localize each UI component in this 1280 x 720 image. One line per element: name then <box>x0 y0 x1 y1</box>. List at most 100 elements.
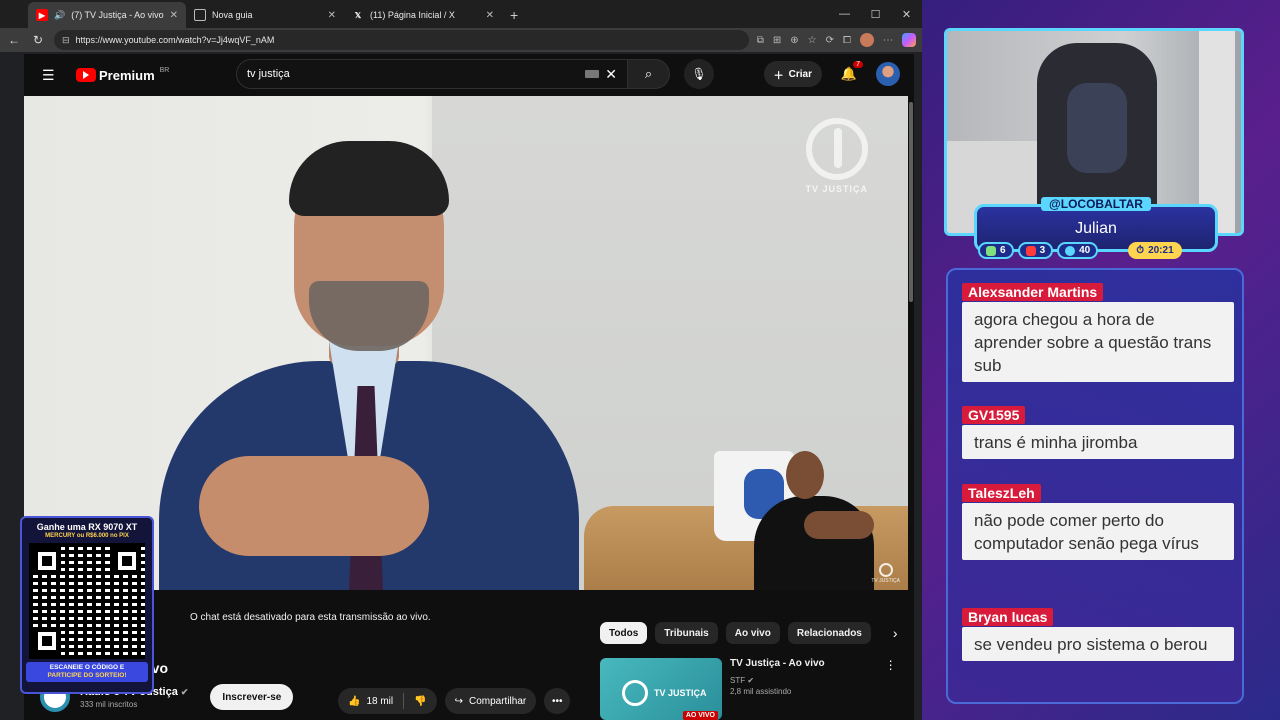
chat-bubble-icon <box>986 245 996 256</box>
chat-disabled-notice: O chat está desativado para esta transmi… <box>190 612 431 623</box>
create-button[interactable]: ＋ Criar <box>763 61 822 87</box>
like-dislike-group: 👍 18 mil 👎 <box>338 688 437 714</box>
giveaway-subtitle: MERCURY ou R$6.000 no PIX <box>45 533 129 539</box>
x-favicon-icon: 𝕏 <box>354 10 362 20</box>
voice-search-button[interactable]: 🎙 <box>684 59 714 89</box>
streamer-name: Julian <box>1075 220 1117 237</box>
stat-chat-value: 6 <box>1000 245 1006 256</box>
dislike-icon[interactable]: 👎 <box>414 696 426 707</box>
hamburger-menu-icon[interactable]: ☰ <box>42 67 56 84</box>
close-tab-icon[interactable]: ✕ <box>170 10 178 21</box>
minimize-icon[interactable]: — <box>829 0 860 28</box>
close-tab-icon[interactable]: ✕ <box>486 10 494 21</box>
stat-viewers-value: 40 <box>1079 245 1091 256</box>
search-icon: ⌕ <box>644 66 653 81</box>
extensions-icon[interactable]: ⟳ <box>826 35 834 46</box>
translate-icon[interactable]: ⧉ <box>757 35 764 46</box>
url-text: https://www.youtube.com/watch?v=Jj4wqVF_… <box>75 35 275 45</box>
clock-icon: ⏱ <box>1136 245 1145 256</box>
back-icon[interactable]: ← <box>6 33 22 47</box>
youtube-play-icon <box>76 68 96 82</box>
giveaway-title: Ganhe uma RX 9070 XT <box>36 522 138 532</box>
more-icon: ••• <box>551 695 563 707</box>
profile-avatar-icon[interactable] <box>860 33 874 47</box>
live-badge: AO VIVO <box>682 711 718 720</box>
apps-icon[interactable]: ⊞ <box>773 35 781 46</box>
clear-search-icon[interactable]: ✕ <box>605 66 617 83</box>
new-tab-icon[interactable]: + <box>502 7 526 28</box>
video-player[interactable]: TV JUSTIÇA TV JUSTIÇA <box>24 96 912 590</box>
account-avatar[interactable] <box>876 62 900 86</box>
share-label: Compartilhar <box>468 695 527 707</box>
notifications-button[interactable]: 🔔 7 <box>834 61 864 82</box>
share-icon: ↪ <box>454 695 463 707</box>
chat-author: GV1595 <box>962 406 1026 424</box>
logo-region: BR <box>159 66 170 74</box>
youtube-logo[interactable]: Premium BR <box>76 66 170 83</box>
like-icon[interactable]: 👍 <box>348 696 360 707</box>
tv-justica-mini-logo: TV JUSTIÇA <box>871 563 900 584</box>
kebab-menu-icon[interactable]: ⋮ <box>885 658 897 672</box>
more-actions-button[interactable]: ••• <box>544 688 571 714</box>
close-tab-icon[interactable]: ✕ <box>328 10 336 21</box>
tab-new-tab[interactable]: Nova guia ✕ <box>186 2 344 28</box>
tab-title: Nova guia <box>212 10 253 20</box>
close-window-icon[interactable]: ✕ <box>891 0 922 28</box>
zoom-icon[interactable]: ⊕ <box>790 35 798 46</box>
copilot-icon[interactable] <box>902 33 916 47</box>
stat-time: ⏱ 20:21 <box>1128 242 1182 259</box>
favorite-star-icon[interactable]: ☆ <box>808 35 817 46</box>
tab-title: (7) TV Justiça - Ao vivo - You <box>71 10 164 20</box>
recommended-thumbnail[interactable]: TV JUSTIÇA AO VIVO <box>600 658 722 720</box>
qr-finder <box>33 547 61 575</box>
tv-justica-mini-icon <box>878 563 893 577</box>
chip-todos[interactable]: Todos <box>600 622 648 644</box>
chip-tribunais[interactable]: Tribunais <box>655 622 718 644</box>
thumb-logo: TV JUSTIÇA <box>622 680 707 706</box>
qr-code-icon <box>29 543 145 659</box>
chat-author: TaleszLeh <box>962 484 1041 502</box>
cta-line-1: ESCANEIE O CÓDIGO E <box>49 664 125 671</box>
search-input[interactable]: tv justiça ✕ <box>236 59 628 89</box>
tv-justica-logo-icon <box>805 118 868 180</box>
recommended-viewers: 2,8 mil assistindo <box>730 687 792 696</box>
youtube-icon <box>1025 245 1036 256</box>
keyboard-icon[interactable] <box>585 70 600 78</box>
recommended-channel[interactable]: STF <box>730 676 745 685</box>
presenter-hair <box>289 141 449 216</box>
stat-time-value: 20:21 <box>1148 245 1174 256</box>
tab-youtube[interactable]: ▶ 🔊 (7) TV Justiça - Ao vivo - You ✕ <box>28 2 186 28</box>
menu-more-icon[interactable]: ⋯ <box>883 35 893 46</box>
chat-text: agora chegou a hora de aprender sobre a … <box>962 302 1234 382</box>
subscribe-button[interactable]: Inscrever-se <box>210 684 294 710</box>
yt-header: ☰ Premium BR tv justiça ✕ ⌕ 🎙 ＋ Criar 🔔 … <box>24 54 914 96</box>
window-controls: — ☐ ✕ <box>829 0 922 28</box>
tv-justica-thumb-icon <box>622 680 648 706</box>
subscriber-count: 333 mil inscritos <box>80 699 138 709</box>
like-count[interactable]: 18 mil <box>366 696 393 707</box>
chip-ao-vivo[interactable]: Ao vivo <box>725 622 780 644</box>
youtube-page: ☰ Premium BR tv justiça ✕ ⌕ 🎙 ＋ Criar 🔔 … <box>24 54 914 720</box>
chevron-right-icon[interactable]: › <box>893 625 898 641</box>
share-button[interactable]: ↪ Compartilhar <box>444 688 537 714</box>
tab-x[interactable]: 𝕏 (11) Página Inicial / X ✕ <box>344 2 502 28</box>
chip-relacionados[interactable]: Relacionados <box>787 622 871 644</box>
audio-icon[interactable]: 🔊 <box>54 10 65 21</box>
search-button[interactable]: ⌕ <box>628 59 670 89</box>
maximize-icon[interactable]: ☐ <box>860 0 891 28</box>
reload-icon[interactable]: ↻ <box>30 33 46 47</box>
site-info-icon[interactable]: ⊟ <box>62 35 70 46</box>
chat-message: Bryan lucas se vendeu pro sistema o bero… <box>962 608 1234 661</box>
url-field[interactable]: ⊟ https://www.youtube.com/watch?v=Jj4wqV… <box>54 30 749 50</box>
youtube-favicon-icon: ▶ <box>36 9 48 21</box>
video-actions: 👍 18 mil 👎 ↪ Compartilhar ••• <box>338 688 571 714</box>
tv-justica-watermark: TV JUSTIÇA <box>805 118 868 194</box>
header-actions: ＋ Criar 🔔 7 <box>763 61 900 87</box>
scrollbar-thumb[interactable] <box>909 102 913 302</box>
recommended-item[interactable]: TV JUSTIÇA AO VIVO TV Justiça - Ao vivo … <box>600 658 897 720</box>
search-query: tv justiça <box>247 68 290 80</box>
collections-icon[interactable]: ⧠ <box>843 35 851 46</box>
recommended-title[interactable]: TV Justiça - Ao vivo <box>730 658 825 672</box>
newtab-favicon-icon <box>194 9 206 21</box>
presenter-beard <box>309 281 429 351</box>
